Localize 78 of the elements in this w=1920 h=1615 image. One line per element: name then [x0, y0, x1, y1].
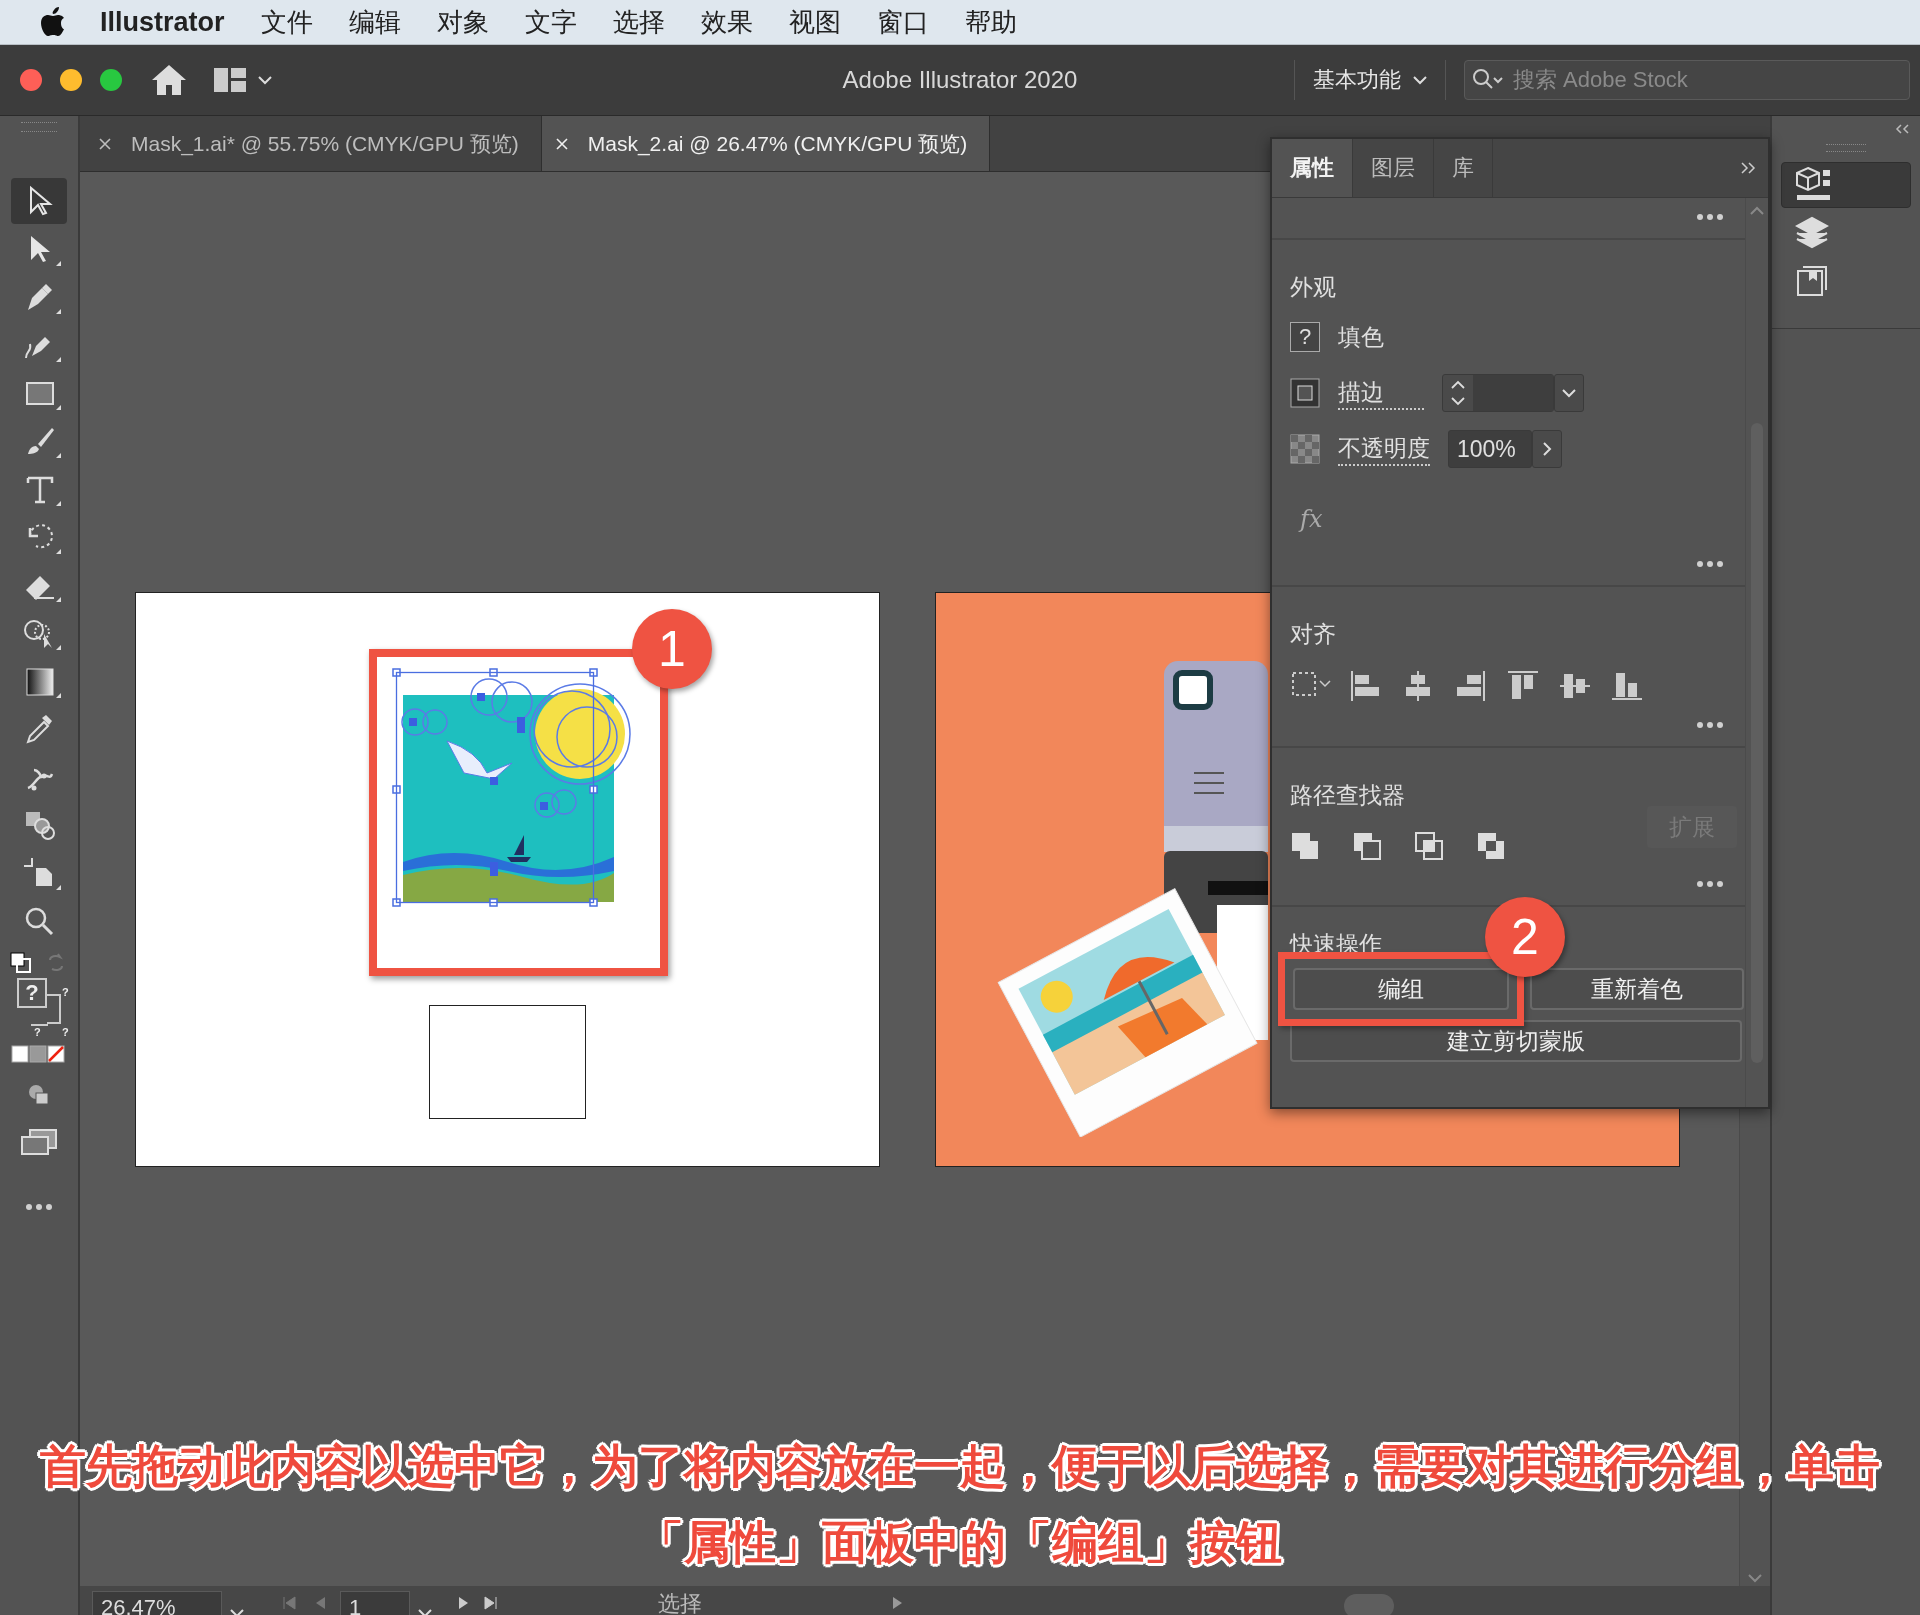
minimize-button[interactable] [60, 69, 82, 91]
minus-front-icon[interactable] [1352, 831, 1382, 861]
artboard-field[interactable]: 1 [340, 1591, 410, 1615]
panel-tab[interactable]: 库 [1434, 139, 1493, 197]
caret-icon [1413, 75, 1427, 85]
play-icon[interactable] [892, 1596, 904, 1610]
menu-item[interactable]: 帮助 [964, 4, 1017, 40]
tutorial-caption: 首先拖动此内容以选中它，为了将内容放在一起，便于以后选择，需要对其进行分组，单击「属性」面板中的「编组」按钮 [40, 1440, 1880, 1568]
search-field[interactable]: 搜索 Adobe Stock [1464, 60, 1910, 100]
menu-item[interactable]: 效果 [700, 4, 753, 40]
drag-handle[interactable] [1826, 144, 1866, 152]
layers-icon[interactable] [1795, 216, 1829, 250]
stroke-swatch-edge [31, 1024, 48, 1026]
window-title: Adobe Illustrator 2020 [842, 66, 1078, 93]
checkerboard-icon [1290, 434, 1320, 464]
next-artboard-icon[interactable] [458, 1596, 470, 1610]
current-tool-label: 选择 [658, 1590, 702, 1615]
stroke-dropdown-icon [1562, 388, 1576, 398]
more-icon[interactable] [1697, 561, 1723, 567]
stroke-marker: ? [33, 1026, 42, 1038]
screen-mode-icon[interactable] [20, 1128, 58, 1156]
collapse-icon[interactable] [1894, 124, 1910, 134]
layout-icon[interactable] [214, 68, 246, 92]
menu-item[interactable]: 视图 [788, 4, 841, 40]
panel-collapse-icon[interactable] [1740, 162, 1756, 174]
action-button[interactable]: 建立剪切蒙版 [1290, 1020, 1742, 1062]
menu-item[interactable]: 文字 [524, 4, 577, 40]
document-tab[interactable]: Mask_2.ai @ 26.47% (CMYK/GPU 预览) [541, 116, 991, 171]
callout-badge: 1 [632, 609, 712, 689]
maximize-button[interactable] [100, 69, 122, 91]
chevron-right-icon[interactable] [1542, 441, 1552, 457]
panel-tab[interactable]: 图层 [1353, 139, 1434, 197]
close-icon[interactable] [99, 137, 111, 150]
menu-item[interactable]: 文件 [260, 4, 313, 40]
color-mode-icon[interactable] [11, 1044, 67, 1064]
close-button[interactable] [20, 69, 42, 91]
more-icon[interactable] [1697, 214, 1723, 220]
action-button[interactable]: 重新着色 [1530, 968, 1744, 1010]
section-title: 路径查找器 [1290, 781, 1406, 810]
opacity-field[interactable]: 100% [1448, 430, 1532, 468]
fill-label: 填色 [1338, 322, 1384, 352]
more-icon[interactable] [1697, 722, 1723, 728]
section-title: 对齐 [1290, 620, 1337, 649]
stroke-label[interactable]: 描边 [1338, 376, 1424, 410]
stroke-marker: ? [61, 1026, 70, 1038]
zoom-field[interactable]: 26.47% [92, 1591, 222, 1615]
app-menu[interactable]: Illustrator [100, 6, 225, 38]
exclude-icon[interactable] [1476, 831, 1506, 861]
section-title: 外观 [1290, 273, 1337, 302]
document-tab[interactable]: Mask_1.ai* @ 55.75% (CMYK/GPU 预览) [85, 116, 542, 171]
menu-item[interactable]: 编辑 [348, 4, 401, 40]
properties-dock-button[interactable] [1781, 162, 1911, 208]
fill-swatch[interactable]: ? [1290, 322, 1320, 352]
selection-tool-button[interactable] [11, 178, 67, 224]
panel-tab[interactable]: 属性 [1272, 139, 1353, 197]
action-button[interactable]: 编组 [1293, 968, 1509, 1010]
stroke-swatch-icon[interactable] [1290, 378, 1320, 408]
callout-badge: 2 [1485, 897, 1565, 977]
stroke-swatch[interactable] [47, 994, 61, 1024]
workspace-switcher[interactable]: 基本功能 [1313, 65, 1401, 95]
intersect-icon[interactable] [1414, 831, 1444, 861]
menu-item[interactable]: 对象 [436, 4, 489, 40]
opacity-label[interactable]: 不透明度 [1338, 432, 1430, 466]
default-colors-icon[interactable] [10, 952, 32, 974]
drag-handle[interactable] [21, 122, 57, 132]
fill-swatch[interactable]: ? [17, 978, 47, 1008]
menu-item[interactable]: 窗口 [876, 4, 929, 40]
library-icon[interactable] [1795, 264, 1829, 298]
more-tools-icon[interactable] [26, 1204, 52, 1210]
caret-icon [258, 76, 272, 85]
home-icon[interactable] [150, 63, 188, 97]
last-artboard-icon[interactable] [484, 1596, 498, 1610]
menu-item[interactable]: 选择 [612, 4, 665, 40]
more-icon[interactable] [1697, 881, 1723, 887]
unite-icon[interactable] [1290, 831, 1320, 861]
stepper-arrows-icon[interactable] [1449, 379, 1467, 407]
apple-logo-icon[interactable] [40, 7, 66, 37]
stroke-marker: ? [61, 986, 70, 998]
